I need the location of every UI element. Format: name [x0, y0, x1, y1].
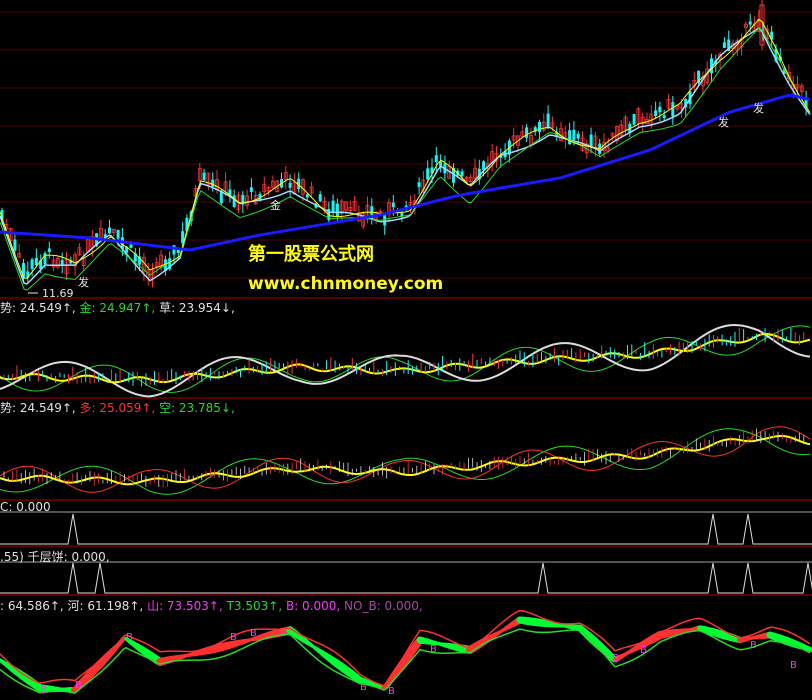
signal-label: 发 [753, 101, 764, 115]
legend-item: T3.503↑, [222, 599, 283, 613]
panel5-legend: .55) 千层饼: 0.000, [0, 548, 110, 565]
panel2-legend: 势: 24.549↑, 金: 24.947↑, 草: 23.954↓, [0, 299, 235, 316]
legend-item: B: 0.000, [282, 599, 341, 613]
legend-item: C: 0.000 [0, 500, 51, 514]
ma-long-line [0, 93, 811, 252]
panel3-legend: 势: 24.549↑, 多: 25.059↑, 空: 23.785↓, [0, 399, 235, 416]
b-marker: B [75, 680, 82, 691]
indicator-panel-2 [0, 323, 811, 398]
b-marker: B [388, 686, 395, 697]
legend-item: 势: 24.549↑, [0, 301, 76, 315]
stock-chart: 发金发发 11.69 B BB B B BB BBBB BB [0, 0, 812, 697]
b-marker: B [750, 640, 757, 651]
signal-label: 发 [78, 275, 89, 289]
b-marker: B [640, 645, 647, 656]
panel4-legend: C: 0.000 [0, 500, 51, 514]
indicator-panel-5 [0, 562, 812, 594]
b-marker: B [126, 632, 133, 643]
b-marker: B [612, 653, 619, 664]
legend-item: NO_B: 0.000, [340, 599, 423, 613]
indicator-panel-6: B B B B B B B B B B B B B [0, 609, 812, 697]
b-marker: B [360, 682, 367, 693]
legend-item: 草: 23.954↓, [155, 301, 235, 315]
b-marker: B [40, 685, 47, 696]
b-marker: B [790, 660, 797, 671]
b-marker: B [430, 644, 437, 655]
legend-item: 金: 24.947↑, [75, 301, 156, 315]
legend-item: 多: 25.059↑, [75, 401, 156, 415]
b-marker: B [230, 632, 237, 643]
ma-green-line [0, 27, 811, 291]
legend-item: 河: 61.198↑, [63, 599, 144, 613]
indicator-panel-3 [0, 426, 811, 495]
legend-item: 山: 73.503↑, [143, 599, 223, 613]
watermark-url: www.chnmoney.com [248, 274, 444, 294]
legend-item: .55) 千层饼: 0.000, [0, 550, 110, 564]
legend-item: 势: 24.549↑, [0, 401, 76, 415]
legend-item: 空: 23.785↓, [155, 401, 235, 415]
indicator-panel-4 [0, 513, 812, 545]
legend-item: : 64.586↑, [0, 599, 64, 613]
panel6-legend: : 64.586↑, 河: 61.198↑, 山: 73.503↑, T3.50… [0, 597, 423, 614]
watermark-title: 第一股票公式网 [248, 244, 374, 265]
signal-label: 金 [270, 198, 281, 212]
b-marker: B [250, 628, 257, 639]
b-marker: B [280, 628, 287, 639]
signal-label: 发 [718, 115, 729, 129]
